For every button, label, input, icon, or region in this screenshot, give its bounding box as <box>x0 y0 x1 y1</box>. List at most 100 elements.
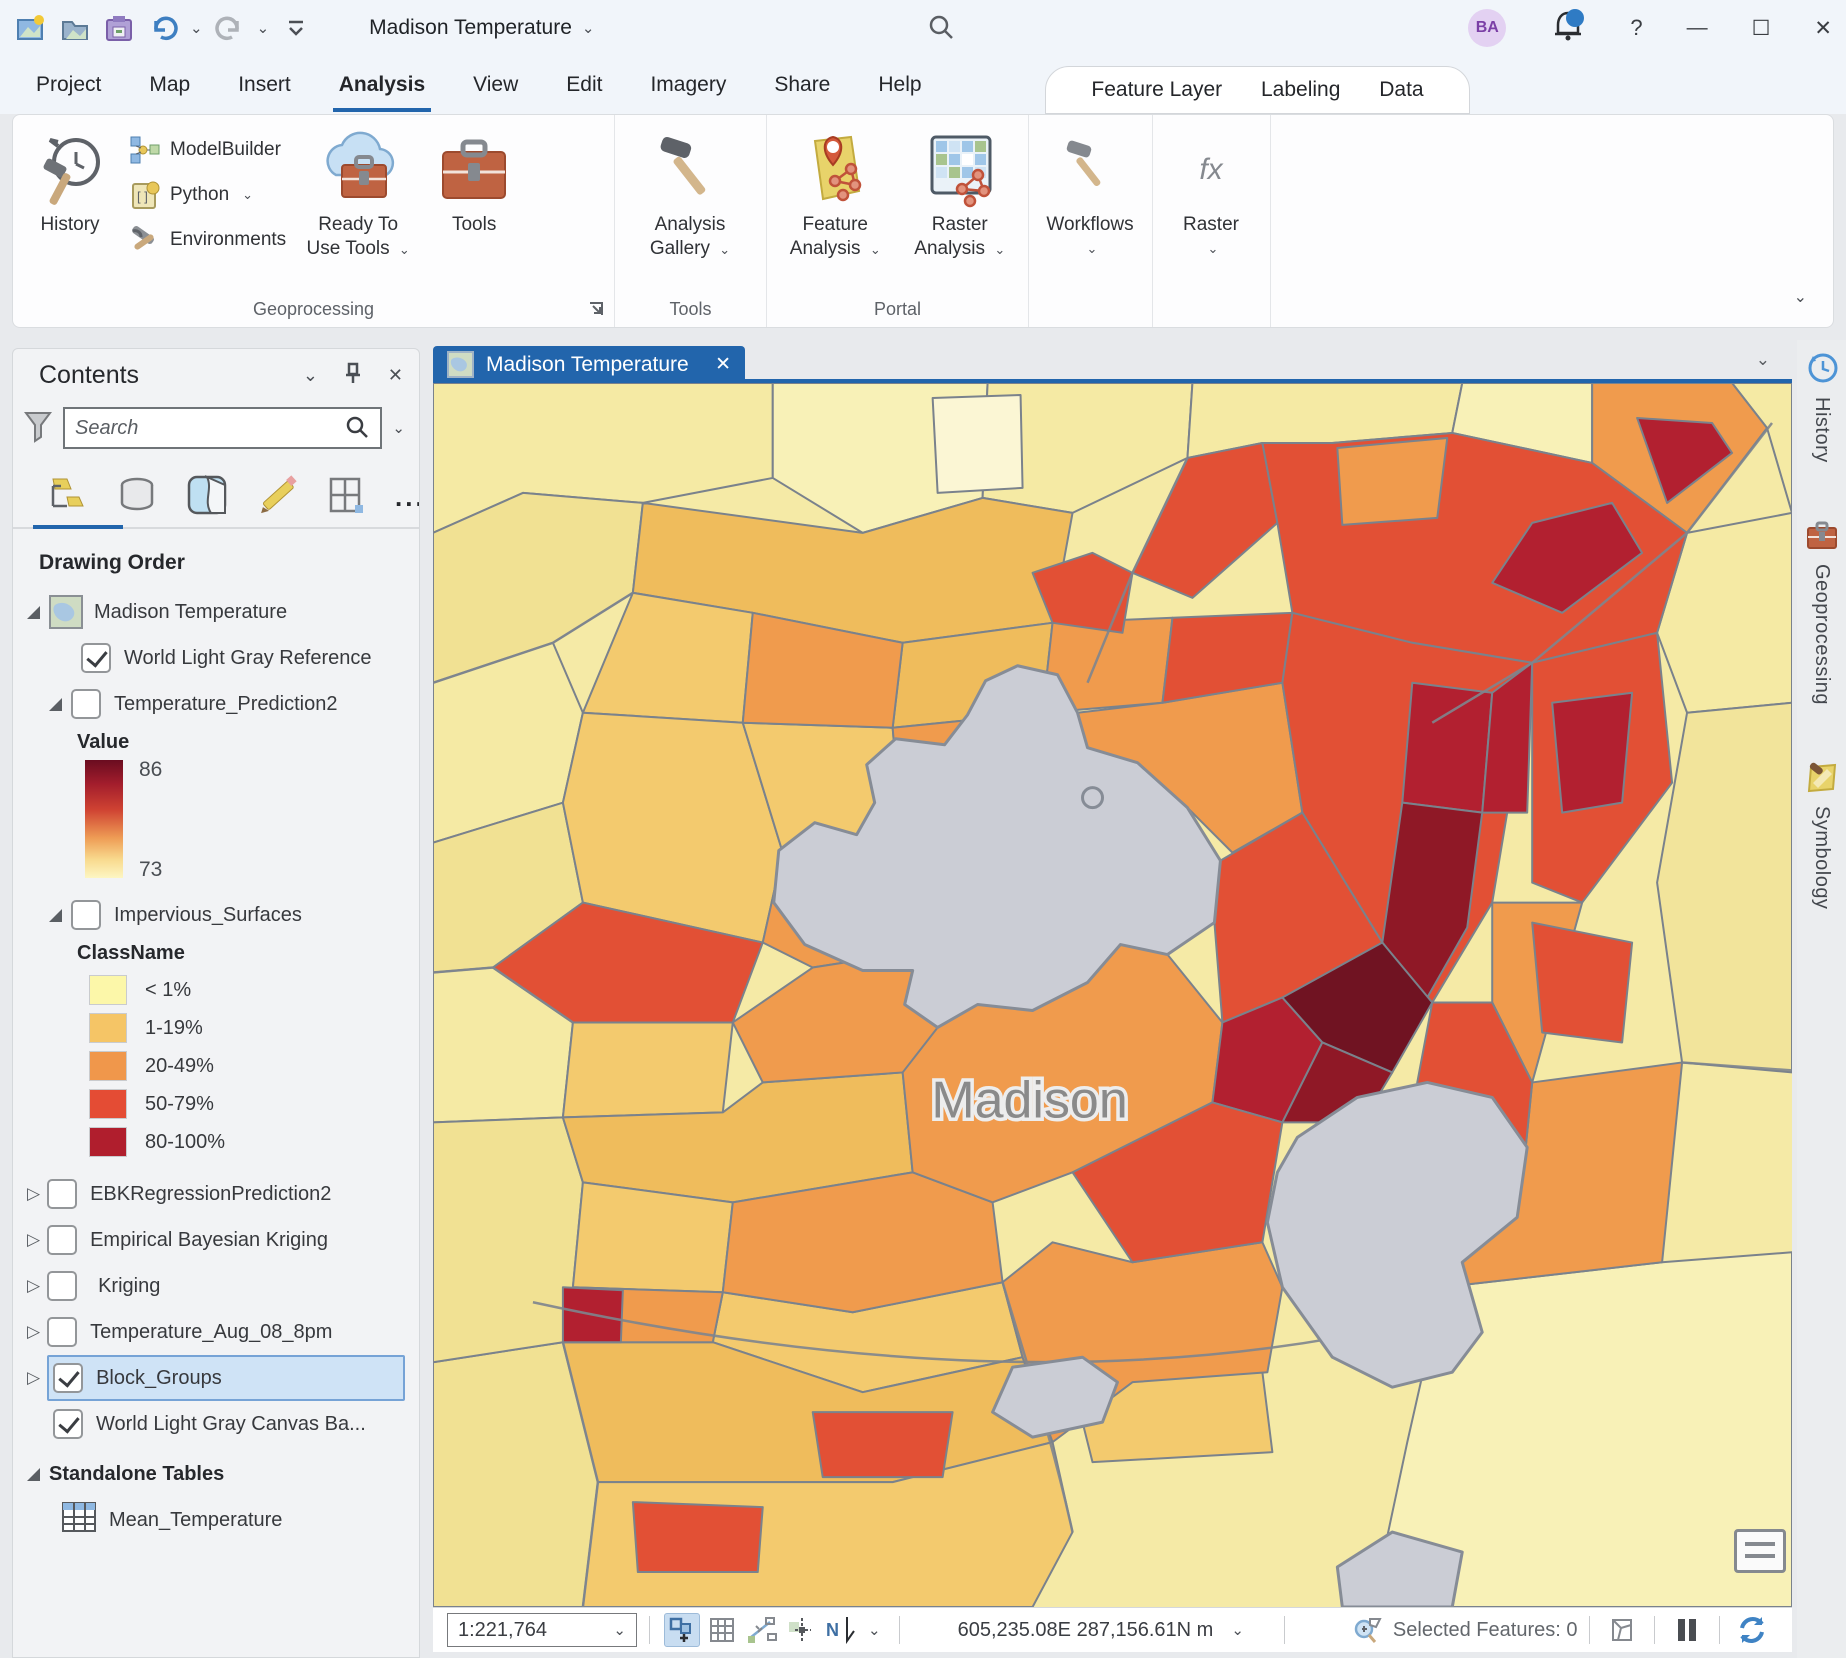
analysis-gallery-button[interactable]: Analysis Gallery ⌄ <box>621 123 759 262</box>
layer-checkbox[interactable] <box>53 1409 83 1439</box>
layer-checkbox[interactable] <box>53 1363 84 1393</box>
expander-open-icon[interactable] <box>49 908 62 922</box>
list-by-data-source-icon[interactable] <box>115 473 159 522</box>
list-by-drawing-order-icon[interactable] <box>45 473 89 522</box>
expander-open-icon[interactable] <box>27 605 40 619</box>
raster-functions-button[interactable]: fx Raster ⌄ <box>1159 123 1263 261</box>
tab-insert[interactable]: Insert <box>214 56 315 114</box>
layer-checkbox[interactable] <box>47 1317 78 1347</box>
tab-imagery[interactable]: Imagery <box>626 56 750 114</box>
workflows-button[interactable]: Workflows ⌄ <box>1035 123 1145 261</box>
selected-features-status[interactable]: Selected Features: 0 <box>1353 1616 1577 1644</box>
measure-tool-icon[interactable] <box>744 1613 780 1647</box>
expander-closed-icon[interactable]: ▷ <box>27 1230 40 1250</box>
map-view-tab[interactable]: Madison Temperature ✕ <box>433 346 745 383</box>
maximize-button[interactable]: ☐ <box>1752 16 1771 41</box>
environments-button[interactable]: Environments <box>129 217 286 262</box>
customize-toolbar-icon[interactable] <box>279 11 313 45</box>
workflows-dropdown-icon[interactable]: ⌄ <box>1087 237 1098 261</box>
tab-view[interactable]: View <box>449 56 542 114</box>
tab-data[interactable]: Data <box>1379 78 1423 102</box>
layer-checkbox[interactable] <box>71 900 101 930</box>
table-row-mean-temperature[interactable]: Mean_Temperature <box>27 1497 413 1543</box>
layer-row-impervious-surfaces[interactable]: Impervious_Surfaces <box>27 892 413 938</box>
tab-edit[interactable]: Edit <box>542 56 626 114</box>
redo-dropdown-icon[interactable]: ⌄ <box>257 19 270 37</box>
geoprocessing-launcher-icon[interactable] <box>586 299 606 324</box>
pane-menu-chevron-icon[interactable]: ⌄ <box>303 365 318 386</box>
tab-map[interactable]: Map <box>125 56 214 114</box>
tab-project[interactable]: Project <box>12 56 125 114</box>
search-icon[interactable] <box>925 12 957 49</box>
layer-row-temperature-prediction2[interactable]: Temperature_Prediction2 <box>27 681 413 727</box>
tab-share[interactable]: Share <box>750 56 854 114</box>
tab-symbology-pane[interactable]: Symbology <box>1797 751 1846 909</box>
scale-dropdown-icon[interactable]: ⌄ <box>613 1621 626 1639</box>
open-project-icon[interactable] <box>58 11 92 45</box>
ready-to-use-tools-button[interactable]: Ready To Use Tools ⌄ <box>294 123 422 262</box>
map-tip-icon[interactable] <box>1734 1529 1786 1573</box>
layer-row-ebkregressionprediction2[interactable]: ▷ EBKRegressionPrediction2 <box>27 1171 413 1217</box>
raster-analysis-dropdown-icon[interactable]: ⌄ <box>994 242 1005 257</box>
layer-row-temperature-aug-08-8pm[interactable]: ▷ Temperature_Aug_08_8pm <box>27 1309 413 1355</box>
expander-closed-icon[interactable]: ▷ <box>27 1322 40 1342</box>
search-icon[interactable] <box>344 415 370 441</box>
expander-closed-icon[interactable]: ▷ <box>27 1184 40 1204</box>
raster-analysis-button[interactable]: Raster Analysis ⌄ <box>898 123 1023 262</box>
layer-row-block-groups[interactable]: Block_Groups <box>47 1355 405 1401</box>
redo-icon[interactable] <box>213 11 247 45</box>
help-icon[interactable]: ? <box>1630 15 1642 41</box>
raster-functions-dropdown-icon[interactable]: ⌄ <box>1208 237 1219 261</box>
collapse-ribbon-icon[interactable]: ⌄ <box>1794 287 1807 307</box>
analysis-gallery-dropdown-icon[interactable]: ⌄ <box>719 242 730 257</box>
tab-help[interactable]: Help <box>854 56 945 114</box>
layer-row-empirical-bayesian-kriging[interactable]: ▷ Empirical Bayesian Kriging <box>27 1217 413 1263</box>
north-arrow-icon[interactable]: N <box>824 1613 860 1647</box>
project-title[interactable]: Madison Temperature ⌄ <box>369 16 594 40</box>
contents-search-input[interactable]: Search <box>63 407 383 449</box>
list-by-selection-icon[interactable] <box>185 473 229 522</box>
layer-checkbox[interactable] <box>81 643 111 673</box>
layer-row-world-light-gray-reference[interactable]: World Light Gray Reference <box>27 635 413 681</box>
tab-feature-layer[interactable]: Feature Layer <box>1091 78 1222 102</box>
snapping-tool-icon[interactable] <box>784 1613 820 1647</box>
python-button[interactable]: [ ] Python ⌄ <box>129 172 286 217</box>
list-by-snapping-icon[interactable] <box>325 473 369 522</box>
tab-geoprocessing-pane[interactable]: Geoprocessing <box>1797 509 1846 705</box>
select-features-tool-icon[interactable] <box>664 1613 700 1647</box>
ready-tools-dropdown-icon[interactable]: ⌄ <box>399 242 410 257</box>
coords-dropdown-icon[interactable]: ⌄ <box>1231 1621 1244 1639</box>
list-by-editing-icon[interactable] <box>255 473 299 522</box>
new-project-icon[interactable] <box>14 11 48 45</box>
feature-analysis-dropdown-icon[interactable]: ⌄ <box>870 242 881 257</box>
close-pane-icon[interactable]: ✕ <box>388 365 403 386</box>
layer-checkbox[interactable] <box>47 1271 78 1301</box>
pause-drawing-icon[interactable] <box>1669 1613 1705 1647</box>
scale-select[interactable]: 1:221,764 ⌄ <box>447 1613 637 1647</box>
filter-icon[interactable] <box>23 409 53 448</box>
tab-analysis[interactable]: Analysis <box>315 56 449 114</box>
layer-row-world-light-gray-canvas[interactable]: World Light Gray Canvas Ba... <box>27 1401 413 1447</box>
layer-checkbox[interactable] <box>47 1225 78 1255</box>
close-button[interactable]: ✕ <box>1814 16 1832 41</box>
more-options-icon[interactable]: ... <box>395 482 419 513</box>
expander-closed-icon[interactable]: ▷ <box>27 1276 40 1296</box>
project-title-dropdown-icon[interactable]: ⌄ <box>582 19 595 37</box>
save-project-icon[interactable] <box>102 11 136 45</box>
close-tab-icon[interactable]: ✕ <box>715 353 731 376</box>
grid-tool-icon[interactable] <box>704 1613 740 1647</box>
user-avatar[interactable]: BA <box>1468 9 1507 47</box>
map-extent-icon[interactable] <box>1604 1613 1640 1647</box>
layer-checkbox[interactable] <box>71 689 101 719</box>
tools-button[interactable]: Tools <box>422 123 526 237</box>
search-options-chevron-icon[interactable]: ⌄ <box>392 419 405 437</box>
undo-dropdown-icon[interactable]: ⌄ <box>190 19 203 37</box>
python-dropdown-icon[interactable]: ⌄ <box>242 187 253 203</box>
tab-history-pane[interactable]: History <box>1797 340 1846 463</box>
expander-open-icon[interactable] <box>49 697 62 711</box>
tab-labeling[interactable]: Labeling <box>1261 78 1340 102</box>
standalone-tables-heading[interactable]: Standalone Tables <box>27 1451 413 1497</box>
refresh-icon[interactable] <box>1734 1613 1770 1647</box>
layer-row-madison-temperature[interactable]: Madison Temperature <box>27 589 413 635</box>
pin-icon[interactable] <box>344 362 362 389</box>
